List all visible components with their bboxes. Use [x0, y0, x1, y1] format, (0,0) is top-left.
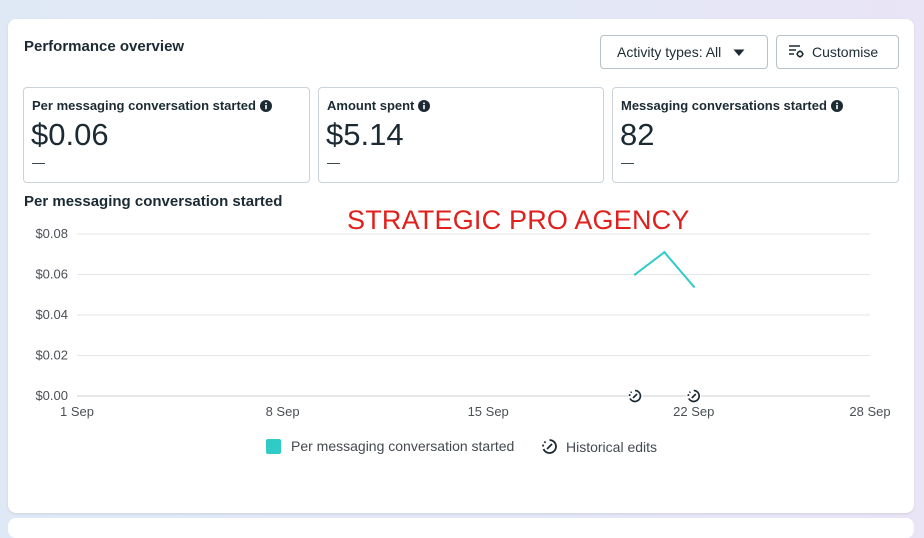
y-axis-ticks: $0.08 $0.06 $0.04 $0.02 $0.00: [35, 226, 68, 403]
y-tick-label: $0.08: [35, 226, 68, 241]
historical-edits-icon: [542, 439, 557, 454]
x-tick-label: 8 Sep: [266, 404, 300, 419]
y-tick-label: $0.00: [35, 388, 68, 403]
legend-edits-label: Historical edits: [566, 438, 658, 455]
x-tick-label: 1 Sep: [60, 404, 94, 419]
legend-swatch: [266, 438, 281, 454]
historical-edit-marker[interactable]: [686, 388, 702, 404]
legend-item-historical-edits[interactable]: Historical edits: [541, 438, 657, 455]
data-point[interactable]: [663, 251, 666, 254]
legend-item-series[interactable]: Per messaging conversation started: [266, 438, 514, 454]
next-panel: [8, 518, 914, 538]
data-point[interactable]: [633, 273, 637, 276]
series-line[interactable]: [634, 250, 695, 288]
data-point[interactable]: [692, 285, 695, 288]
chart-series: [633, 250, 695, 288]
x-tick-label: 22 Sep: [673, 404, 714, 419]
chart-grid: [77, 233, 870, 397]
y-tick-label: $0.06: [35, 267, 68, 282]
y-tick-label: $0.04: [35, 307, 68, 322]
x-tick-label: 15 Sep: [468, 404, 509, 419]
historical-edit-marker[interactable]: [627, 388, 643, 404]
y-tick-label: $0.02: [35, 348, 68, 363]
performance-overview-panel: Performance overview Activity types: All…: [8, 19, 914, 513]
x-tick-label: 28 Sep: [849, 404, 890, 419]
legend-series-label: Per messaging conversation started: [291, 438, 515, 454]
x-axis-ticks: 1 Sep 8 Sep 15 Sep 22 Sep 28 Sep: [60, 404, 891, 419]
